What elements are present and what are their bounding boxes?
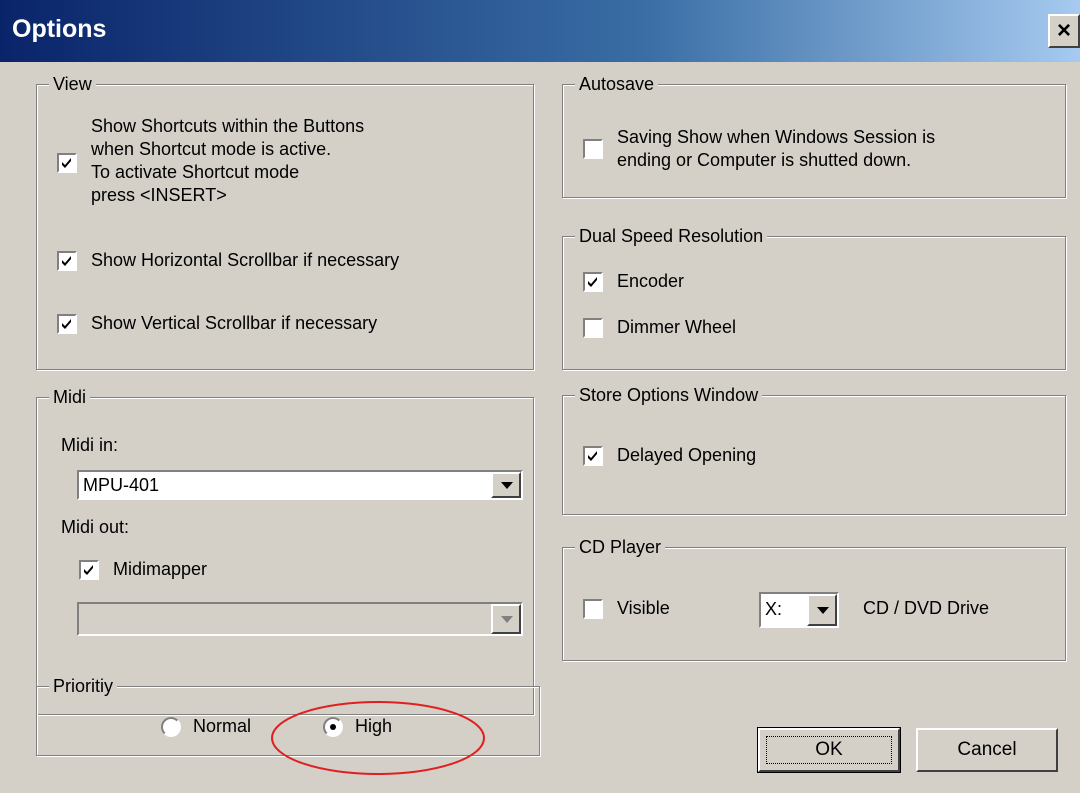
cancel-button-label: Cancel	[957, 739, 1017, 760]
midimapper-checkbox[interactable]	[79, 560, 99, 580]
horizontal-scrollbar-label: Show Horizontal Scrollbar if necessary	[91, 250, 400, 270]
dual-speed-group: Dual Speed Resolution Encoder Dimmer Whe…	[562, 225, 1066, 370]
cd-dvd-drive-label: CD / DVD Drive	[863, 598, 990, 618]
dual-speed-legend: Dual Speed Resolution	[575, 225, 768, 247]
close-icon: ×	[1056, 17, 1071, 44]
checkmark-icon	[62, 256, 71, 266]
midi-in-label: Midi in:	[61, 435, 119, 455]
midi-group: Midi Midi in: MPU-401 Midi out: Midimapp…	[36, 386, 534, 715]
cd-drive-dropdown-button[interactable]	[807, 594, 837, 626]
dimmer-wheel-checkbox[interactable]	[583, 318, 603, 338]
shortcuts-label-line-3: To activate Shortcut mode	[91, 162, 300, 182]
midi-out-select[interactable]	[77, 602, 523, 636]
vertical-scrollbar-checkbox[interactable]	[57, 314, 77, 334]
shortcuts-label-line-2: when Shortcut mode is active.	[91, 139, 332, 159]
midi-in-dropdown-button[interactable]	[491, 472, 521, 498]
dialog-client-area: View Show Shortcuts within the Buttons w…	[0, 62, 1080, 793]
cd-visible-checkbox[interactable]	[583, 599, 603, 619]
checkmark-icon	[84, 565, 93, 575]
priority-legend: Prioritiy	[49, 675, 118, 697]
store-options-group: Store Options Window Delayed Opening	[562, 384, 1066, 515]
show-shortcuts-checkbox[interactable]	[57, 153, 77, 173]
encoder-label: Encoder	[617, 271, 685, 291]
priority-normal-radio[interactable]	[161, 717, 181, 737]
midi-out-label: Midi out:	[61, 517, 130, 537]
shortcuts-label-line-4: press <INSERT>	[91, 185, 227, 205]
window-title: Options	[12, 15, 107, 43]
checkmark-icon	[588, 277, 597, 287]
vertical-scrollbar-label: Show Vertical Scrollbar if necessary	[91, 313, 378, 333]
cancel-button[interactable]: Cancel	[916, 728, 1058, 772]
chevron-down-icon	[817, 607, 829, 614]
cd-visible-label: Visible	[617, 598, 670, 618]
horizontal-scrollbar-checkbox[interactable]	[57, 251, 77, 271]
midi-out-dropdown-button[interactable]	[491, 604, 521, 634]
midi-legend: Midi	[49, 386, 91, 408]
midi-in-value: MPU-401	[83, 475, 160, 495]
priority-normal-label: Normal	[193, 716, 252, 736]
autosave-legend: Autosave	[575, 73, 659, 95]
checkmark-icon	[62, 158, 71, 168]
dimmer-wheel-label: Dimmer Wheel	[617, 317, 737, 337]
shortcuts-label-line-1: Show Shortcuts within the Buttons	[91, 116, 365, 136]
checkmark-icon	[62, 319, 71, 329]
view-group: View Show Shortcuts within the Buttons w…	[36, 73, 534, 370]
chevron-down-icon	[501, 616, 513, 623]
title-bar: Options ×	[0, 0, 1080, 62]
midi-in-select[interactable]: MPU-401	[77, 470, 523, 500]
cd-drive-select[interactable]: X:	[759, 592, 839, 628]
autosave-checkbox[interactable]	[583, 139, 603, 159]
midimapper-label: Midimapper	[113, 559, 208, 579]
delayed-opening-label: Delayed Opening	[617, 445, 757, 465]
cd-drive-value: X:	[765, 599, 783, 619]
delayed-opening-checkbox[interactable]	[583, 446, 603, 466]
ok-button[interactable]: OK	[757, 727, 901, 773]
view-legend: View	[49, 73, 96, 95]
chevron-down-icon	[501, 482, 513, 489]
autosave-label-line-1: Saving Show when Windows Session is	[617, 127, 936, 147]
encoder-checkbox[interactable]	[583, 272, 603, 292]
ok-button-label: OK	[815, 739, 843, 760]
autosave-label-line-2: ending or Computer is shutted down.	[617, 150, 912, 170]
store-options-legend: Store Options Window	[575, 384, 763, 406]
close-button[interactable]: ×	[1048, 14, 1080, 48]
autosave-group: Autosave Saving Show when Windows Sessio…	[562, 73, 1066, 198]
cd-player-legend: CD Player	[575, 536, 666, 558]
cd-player-group: CD Player Visible X: CD / DVD Drive	[562, 536, 1066, 661]
checkmark-icon	[588, 451, 597, 461]
highlight-ellipse	[271, 701, 485, 775]
